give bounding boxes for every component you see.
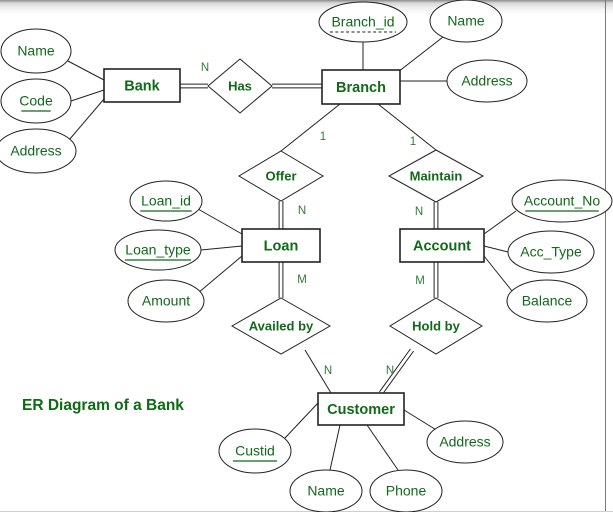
- cardinality-card-loan-availedby: M: [297, 274, 307, 286]
- attribute-label: Custid: [235, 443, 275, 459]
- attribute-balance[interactable]: Balance: [506, 279, 588, 323]
- attribute-cust_address[interactable]: Address: [426, 420, 504, 464]
- cardinality-card-maintain-account: N: [415, 206, 423, 218]
- attribute-cust_name[interactable]: Name: [289, 469, 363, 512]
- diagram-title: ER Diagram of a Bank: [22, 397, 184, 414]
- attribute-label: Acc_Type: [520, 244, 582, 260]
- attribute-bank_address[interactable]: Address: [0, 128, 77, 174]
- relationship-availed_by[interactable]: Availed by: [230, 297, 332, 355]
- relationship-label: Availed by: [249, 318, 314, 333]
- cardinality-card-holdby-cust: N: [386, 365, 394, 377]
- connection-loan-amount: [197, 255, 243, 294]
- cardinality-card-branch-offer: 1: [320, 131, 326, 143]
- relationship-has[interactable]: Has: [207, 58, 273, 114]
- entity-branch[interactable]: Branch: [321, 69, 401, 105]
- entity-bank[interactable]: Bank: [103, 68, 181, 103]
- cardinality-card-branch-maintain: 1: [410, 136, 416, 148]
- attribute-loan_id[interactable]: Loan_id: [129, 180, 203, 222]
- attribute-cust_phone[interactable]: Phone: [369, 469, 443, 512]
- attribute-label: Phone: [386, 483, 427, 499]
- er-diagram-canvas: Has Offer Maintain Availed by Hold by Name Co…: [0, 0, 613, 512]
- connection-bank-has: [180, 83, 208, 89]
- connection-customer-address: [403, 409, 439, 432]
- attribute-label: Amount: [142, 293, 190, 309]
- relationship-label: Has: [228, 78, 252, 93]
- connection-maintain-account: [433, 202, 439, 229]
- relationship-maintain[interactable]: Maintain: [387, 149, 485, 203]
- cardinality-card-account-holdby: M: [415, 275, 425, 287]
- attribute-acc_type[interactable]: Acc_Type: [507, 230, 595, 274]
- entity-loan[interactable]: Loan: [241, 228, 321, 263]
- relationship-offer[interactable]: Offer: [238, 150, 324, 202]
- cardinality-card-offer-loan: N: [298, 205, 306, 217]
- connection-customer-custid: [284, 402, 319, 439]
- attribute-branch_id[interactable]: Branch_id: [318, 1, 408, 43]
- attribute-label: Name: [307, 483, 345, 499]
- attribute-label: Account_No: [524, 193, 600, 209]
- relationship-label: Offer: [265, 168, 296, 183]
- connection-has-branch: [272, 83, 322, 89]
- relationship-label: Maintain: [410, 168, 463, 183]
- relationship-hold_by[interactable]: Hold by: [389, 297, 483, 355]
- connection-account-acctype: [483, 245, 509, 253]
- attribute-label: Loan_id: [141, 193, 191, 209]
- connection-account-accountno: [483, 210, 517, 235]
- attribute-loan_amount[interactable]: Amount: [127, 279, 205, 323]
- attribute-label: Name: [17, 43, 55, 59]
- connection-customer-phone: [366, 424, 399, 471]
- attribute-label: Address: [10, 143, 61, 159]
- attribute-label: Address: [439, 434, 490, 450]
- attribute-bank_name[interactable]: Name: [0, 28, 72, 74]
- connection-loan-loanid: [197, 208, 243, 235]
- connection-offer-loan: [278, 201, 284, 229]
- connection-loan-loantype: [200, 245, 243, 251]
- entity-label: Branch: [336, 80, 386, 96]
- connection-holdby-customer: [379, 348, 414, 395]
- connection-account-balance: [483, 255, 513, 292]
- attribute-branch_address[interactable]: Address: [446, 59, 528, 103]
- attribute-account_no[interactable]: Account_No: [511, 179, 613, 223]
- entity-customer[interactable]: Customer: [317, 392, 405, 426]
- attribute-label: Address: [461, 73, 512, 89]
- attribute-label: Code: [19, 93, 53, 109]
- attribute-branch_name[interactable]: Name: [429, 0, 503, 43]
- er-diagram-svg: Has Offer Maintain Availed by Hold by Name Co…: [0, 0, 613, 512]
- connection-loan-availedby: [278, 262, 284, 298]
- diagram-title-layer: ER Diagram of a Bank: [22, 397, 184, 414]
- cardinality-card-availedby-cust: N: [324, 365, 332, 377]
- entity-account[interactable]: Account: [399, 228, 485, 263]
- connection-bank-code: [70, 89, 105, 102]
- attribute-label: Balance: [522, 293, 573, 309]
- connection-customer-name: [329, 424, 341, 471]
- attribute-bank_code[interactable]: Code: [0, 78, 72, 124]
- attribute-label: Name: [447, 13, 485, 29]
- entity-label: Account: [413, 238, 471, 254]
- connection-bank-address: [68, 98, 105, 141]
- cardinality-card-bank-has: N: [201, 62, 209, 74]
- connection-branch-offer: [280, 103, 341, 152]
- connection-account-holdby: [433, 262, 439, 298]
- connection-bank-name: [65, 59, 105, 81]
- entity-label: Customer: [327, 402, 395, 418]
- attribute-label: Branch_id: [331, 14, 394, 30]
- entity-label: Loan: [264, 238, 299, 254]
- attribute-custid[interactable]: Custid: [218, 428, 292, 474]
- attribute-label: Loan_type: [125, 242, 191, 258]
- entity-label: Bank: [124, 78, 160, 94]
- relationship-label: Hold by: [412, 318, 460, 333]
- connection-branch-name: [397, 36, 444, 73]
- attribute-loan_type[interactable]: Loan_type: [114, 229, 202, 271]
- connection-line-a: [379, 348, 411, 393]
- connection-branch-maintain: [377, 103, 437, 151]
